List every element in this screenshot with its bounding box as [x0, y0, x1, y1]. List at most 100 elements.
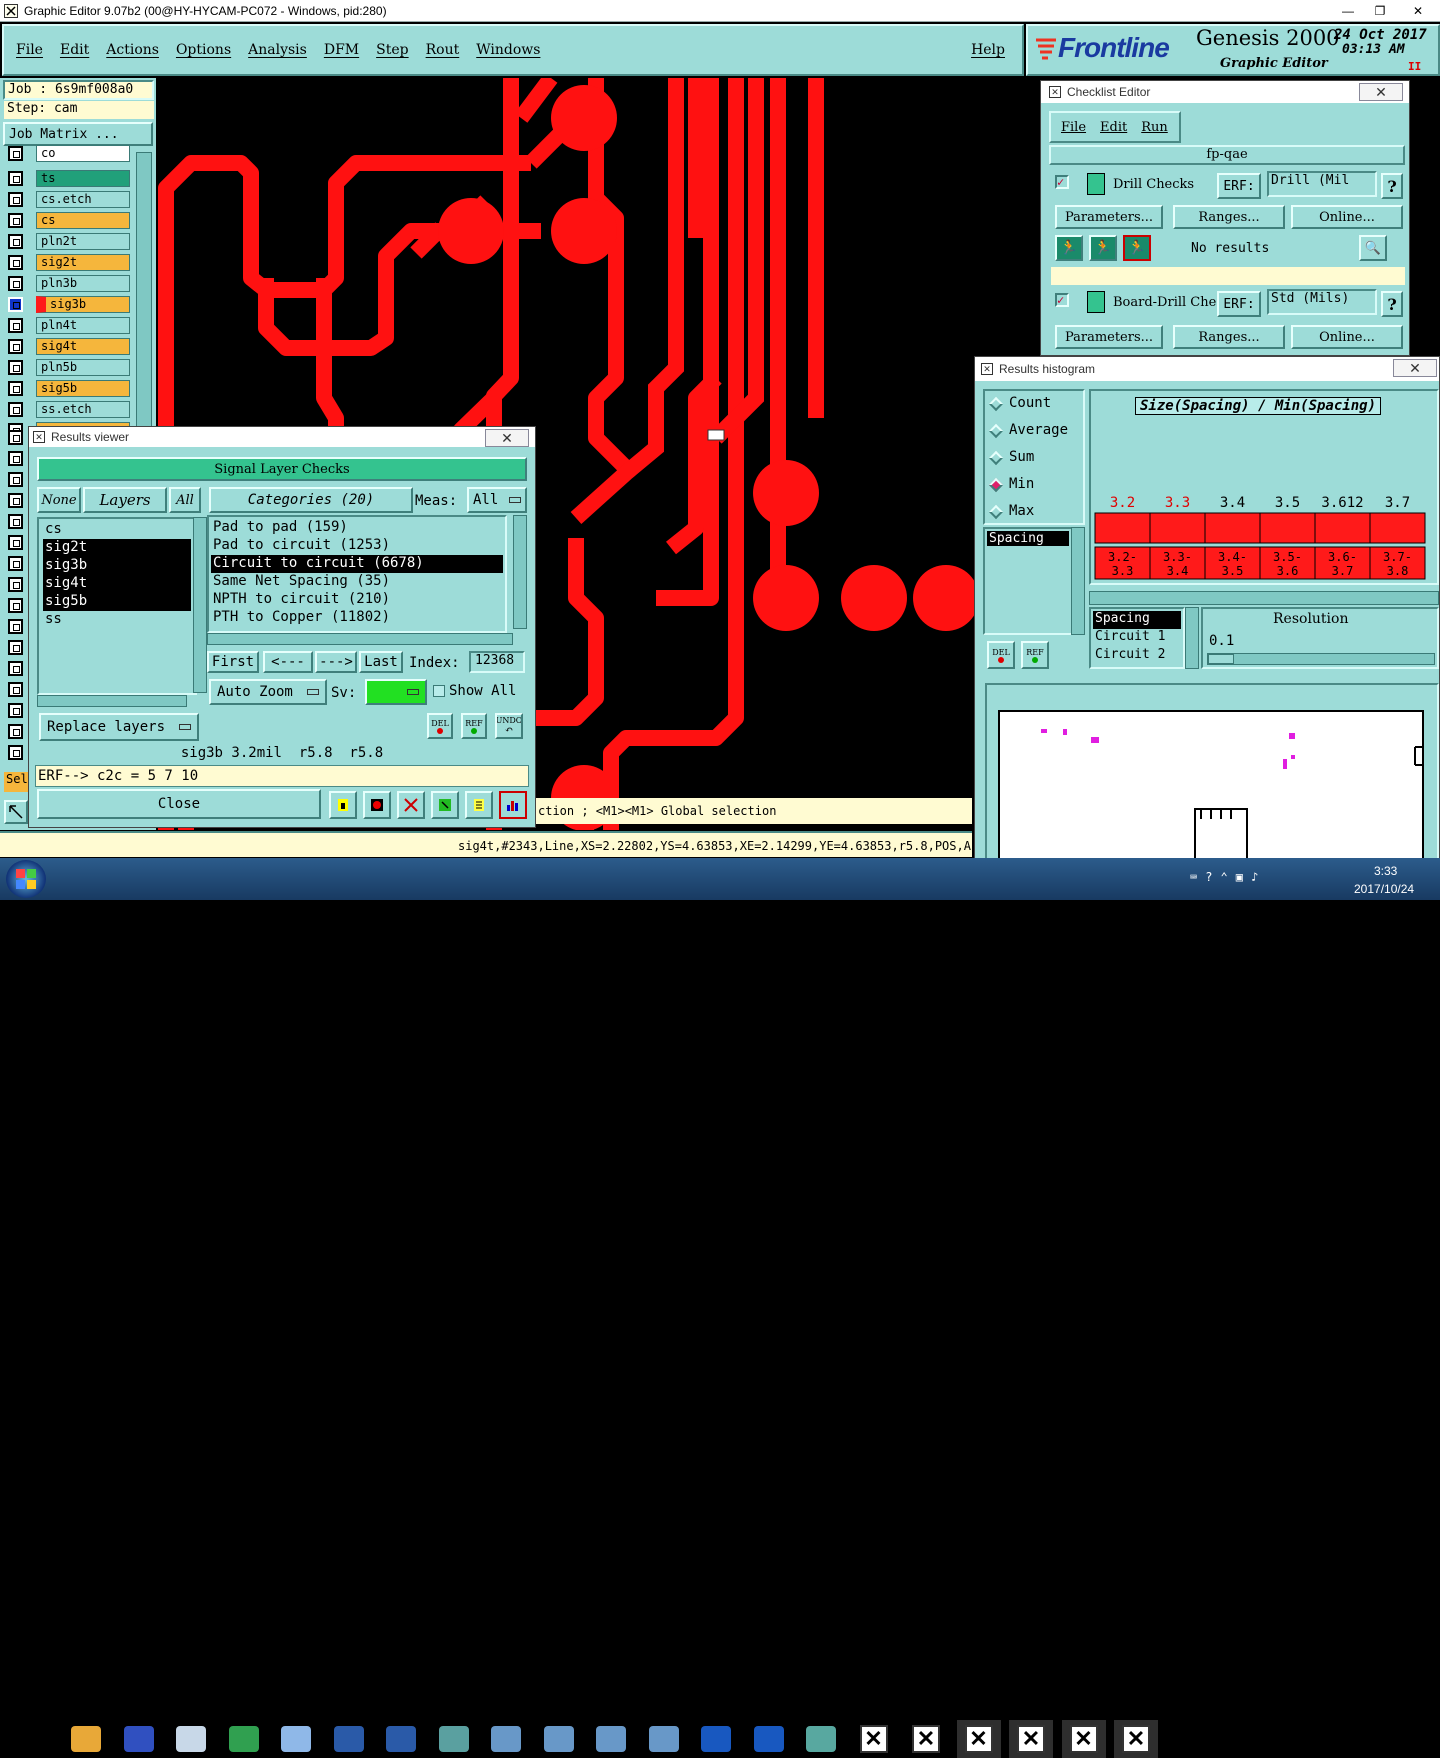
layer-checkbox[interactable] [8, 514, 23, 529]
layer-checkbox[interactable] [8, 171, 23, 186]
layer-checkbox[interactable] [8, 381, 23, 396]
histogram-bar[interactable] [1259, 512, 1316, 544]
taskbar-frontline-icon[interactable] [222, 1720, 266, 1758]
results-layer-item[interactable]: ss [43, 611, 191, 629]
radio-diamond-icon[interactable] [988, 450, 1004, 466]
layer-row-sig2t[interactable]: sig2t [6, 253, 156, 271]
check-board-drill-erf-value[interactable]: Std (Mils) [1267, 289, 1377, 315]
histogram-bar[interactable] [1149, 512, 1206, 544]
layer-checkbox[interactable] [8, 192, 23, 207]
taskbar-x-win5-icon[interactable]: ✕ [1061, 1720, 1106, 1758]
check-drill-enabled-checkbox[interactable]: ✓ [1055, 175, 1069, 189]
histogram-mode-min[interactable]: Min [985, 472, 1083, 499]
minimize-button[interactable]: — [1332, 0, 1364, 22]
layer-checkbox[interactable] [8, 276, 23, 291]
layer-checkbox[interactable] [8, 703, 23, 718]
histogram-lower-item[interactable]: Spacing [1093, 611, 1181, 629]
check-drill-ranges-button[interactable]: Ranges... [1173, 205, 1285, 229]
show-all-checkbox[interactable] [433, 685, 445, 697]
menu-actions[interactable]: Actions [106, 42, 159, 58]
layer-name[interactable]: sig5b [36, 380, 130, 397]
histogram-tool-button[interactable] [499, 791, 527, 819]
layer-row-sig5b[interactable]: sig5b [6, 379, 156, 397]
last-button[interactable]: Last [359, 651, 403, 673]
layer-name[interactable]: cs [36, 212, 130, 229]
results-layer-item[interactable]: sig5b [43, 593, 191, 611]
histogram-lower-item[interactable]: Circuit 1 [1093, 629, 1181, 647]
layer-checkbox[interactable] [8, 682, 23, 697]
menu-help[interactable]: Help [971, 42, 1005, 58]
meas-dropdown[interactable]: All [467, 487, 527, 513]
layer-name[interactable]: sig2t [36, 254, 130, 271]
histogram-close-button[interactable]: ✕ [1393, 359, 1437, 377]
category-item[interactable]: Pad to circuit (1253) [211, 537, 503, 555]
resolution-slider-thumb[interactable] [1208, 654, 1234, 664]
taskbar-frontline-f2-icon[interactable] [747, 1720, 791, 1758]
histogram-bar[interactable] [1204, 512, 1261, 544]
results-close-button[interactable]: Close [37, 789, 321, 819]
prev-button[interactable]: <--- [263, 651, 313, 673]
layer-name[interactable]: ss.etch [36, 401, 130, 418]
layer-row-sig4t[interactable]: sig4t [6, 337, 156, 355]
layer-row-cs[interactable]: cs [6, 211, 156, 229]
ref-tool-button[interactable] [397, 791, 425, 819]
category-item[interactable]: PTH to Copper (11802) [211, 609, 503, 627]
histogram-mode-average[interactable]: Average [985, 418, 1083, 445]
taskbar-x-win4-icon[interactable]: ✕ [1009, 1720, 1053, 1758]
volume-icon[interactable]: ♪ [1251, 870, 1258, 884]
radio-diamond-icon[interactable] [988, 477, 1004, 493]
taskbar-keyboard-icon[interactable] [169, 1720, 213, 1758]
histogram-bar[interactable] [1094, 512, 1151, 544]
results-viewer-close-button[interactable]: ✕ [485, 429, 529, 447]
layer-checkbox[interactable] [8, 146, 23, 161]
histogram-lower-item[interactable]: Circuit 2 [1093, 647, 1181, 665]
menu-edit[interactable]: Edit [60, 42, 89, 58]
taskbar-notepad-icon[interactable] [274, 1720, 318, 1758]
menu-analysis[interactable]: Analysis [248, 42, 307, 58]
maximize-button[interactable]: ❐ [1364, 0, 1396, 22]
layer-checkbox[interactable] [8, 556, 23, 571]
layer-name[interactable]: sig3b [36, 296, 130, 313]
del-button[interactable]: DEL [427, 713, 453, 739]
taskbar-photo2-icon[interactable] [537, 1720, 581, 1758]
menu-options[interactable]: Options [176, 42, 231, 58]
category-item[interactable]: Circuit to circuit (6678) [211, 555, 503, 573]
categories-button[interactable]: Categories (20) [209, 487, 413, 513]
stop-check-button[interactable]: 🏃 [1123, 235, 1151, 261]
checklist-close-button[interactable]: ✕ [1359, 83, 1403, 101]
layer-checkbox[interactable] [8, 402, 23, 417]
layer-checkbox[interactable] [8, 318, 23, 333]
results-layer-item[interactable]: sig3b [43, 557, 191, 575]
undo-button[interactable]: UNDO ↶ [495, 713, 523, 739]
layer-checkbox[interactable] [8, 234, 23, 249]
report-tool-button[interactable] [465, 791, 493, 819]
histogram-hscroll[interactable] [1089, 591, 1439, 605]
taskbar-floppy-icon[interactable] [117, 1720, 161, 1758]
taskbar-eye-tool-icon[interactable] [799, 1720, 843, 1758]
taskbar-word-doc-icon[interactable] [379, 1720, 423, 1758]
layer-row-pln4t[interactable]: pln4t [6, 316, 156, 334]
board-preview[interactable] [985, 683, 1439, 863]
category-item[interactable]: Same Net Spacing (35) [211, 573, 503, 591]
radio-diamond-icon[interactable] [988, 504, 1004, 520]
layer-checkbox[interactable] [8, 255, 23, 270]
record-tool-button[interactable] [363, 791, 391, 819]
menu-dfm[interactable]: DFM [324, 42, 359, 58]
network-icon[interactable]: ▣ [1236, 870, 1243, 884]
histogram-measure-selected[interactable]: Spacing [987, 531, 1069, 546]
histogram-bar[interactable] [1314, 512, 1371, 544]
results-layer-list-vscroll[interactable] [193, 517, 207, 693]
layer-checkbox[interactable] [8, 451, 23, 466]
histogram-mode-max[interactable]: Max [985, 499, 1083, 526]
run-check-area-button[interactable]: 🏃 [1089, 235, 1117, 261]
layer-checkbox[interactable] [8, 339, 23, 354]
results-layer-list-hscroll[interactable] [37, 695, 187, 707]
check-board-drill-online-button[interactable]: Online... [1291, 325, 1403, 349]
layer-row-cs-etch[interactable]: cs.etch [6, 190, 156, 208]
taskbar-x-win2-icon[interactable]: ✕ [904, 1720, 948, 1758]
checklist-menu-file[interactable]: File [1061, 120, 1086, 135]
checklist-menu-edit[interactable]: Edit [1100, 120, 1127, 135]
compare-tool-button[interactable] [431, 791, 459, 819]
layer-name[interactable]: ts [36, 170, 130, 187]
histogram-bar[interactable] [1369, 512, 1426, 544]
